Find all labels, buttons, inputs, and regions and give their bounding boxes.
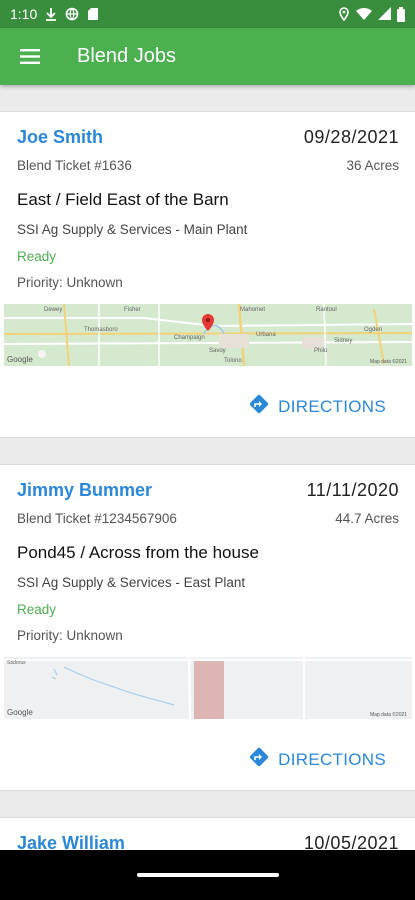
app-bar: Blend Jobs	[0, 28, 415, 85]
customer-name[interactable]: Joe Smith	[17, 127, 103, 148]
system-navigation-bar	[0, 850, 415, 900]
location-icon	[338, 7, 350, 21]
field-name: Pond45 / Across from the house	[17, 543, 259, 562]
acres: 36 Acres	[346, 158, 399, 173]
directions-icon	[248, 746, 270, 773]
map-town-label: Sadorus	[7, 660, 26, 666]
map-credit: Map data ©2021	[370, 358, 407, 365]
status-bar: 1:10	[0, 0, 415, 28]
acres: 44.7 Acres	[335, 511, 399, 526]
priority-text: Priority: Unknown	[17, 628, 123, 643]
map-town-label: Thomasboro	[84, 327, 118, 333]
map-credit: Map data ©2021	[370, 711, 407, 718]
signal-icon	[378, 7, 391, 21]
job-list[interactable]: Joe Smith 09/28/2021 Blend Ticket #1636 …	[0, 85, 415, 850]
map-town-label: Urbana	[256, 332, 276, 338]
download-icon	[45, 7, 57, 21]
battery-icon	[397, 6, 405, 22]
map-town-label: Savoy	[209, 348, 226, 354]
map-town-label: Champaign	[174, 335, 205, 341]
wifi-icon	[356, 7, 372, 21]
page-title: Blend Jobs	[77, 45, 176, 67]
map-town-label: Mahomet	[240, 307, 265, 313]
blend-ticket: Blend Ticket #1234567906	[17, 511, 177, 526]
status-time: 1:10	[10, 6, 38, 22]
plant-name: SSI Ag Supply & Services - Main Plant	[17, 222, 248, 237]
map-town-label: Dewey	[44, 307, 62, 313]
directions-icon	[248, 393, 270, 420]
job-card[interactable]: Joe Smith 09/28/2021 Blend Ticket #1636 …	[0, 111, 415, 438]
customer-name[interactable]: Jake William	[17, 833, 125, 850]
map-town-label: Tolono	[224, 358, 242, 364]
directions-button[interactable]: DIRECTIONS	[248, 393, 386, 420]
home-gesture-handle[interactable]	[136, 873, 279, 877]
status-text: Ready	[17, 249, 57, 264]
blend-ticket: Blend Ticket #1636	[17, 158, 132, 173]
field-name: East / Field East of the Barn	[17, 190, 229, 209]
map-town-label: Rantoul	[316, 307, 337, 313]
directions-button[interactable]: DIRECTIONS	[248, 746, 386, 773]
hamburger-menu-icon[interactable]	[0, 28, 60, 85]
job-date: 10/05/2021	[303, 833, 399, 850]
google-logo: Google	[7, 355, 33, 364]
directions-label: DIRECTIONS	[278, 749, 386, 769]
map-town-label: Ogden	[364, 327, 382, 333]
map-thumbnail[interactable]: Sadorus Google Map data ©2021	[4, 657, 412, 719]
job-date: 11/11/2020	[306, 480, 399, 500]
status-text: Ready	[17, 602, 57, 617]
sd-card-icon	[87, 7, 99, 21]
plant-name: SSI Ag Supply & Services - East Plant	[17, 575, 246, 590]
directions-label: DIRECTIONS	[278, 396, 386, 416]
job-date: 09/28/2021	[303, 127, 399, 147]
map-town-label: Sidney	[334, 338, 352, 344]
job-card[interactable]: Jimmy Bummer 11/11/2020 Blend Ticket #12…	[0, 464, 415, 791]
customer-name[interactable]: Jimmy Bummer	[17, 480, 152, 501]
map-town-label: Philo	[314, 348, 328, 354]
priority-text: Priority: Unknown	[17, 275, 123, 290]
map-town-label: Fisher	[124, 307, 141, 313]
google-logo: Google	[7, 708, 33, 717]
vpn-globe-icon	[65, 7, 79, 21]
job-card[interactable]: Jake William 10/05/2021	[0, 817, 415, 850]
map-thumbnail[interactable]: Mahomet Fisher Rantoul Dewey Thomasboro …	[4, 304, 412, 366]
